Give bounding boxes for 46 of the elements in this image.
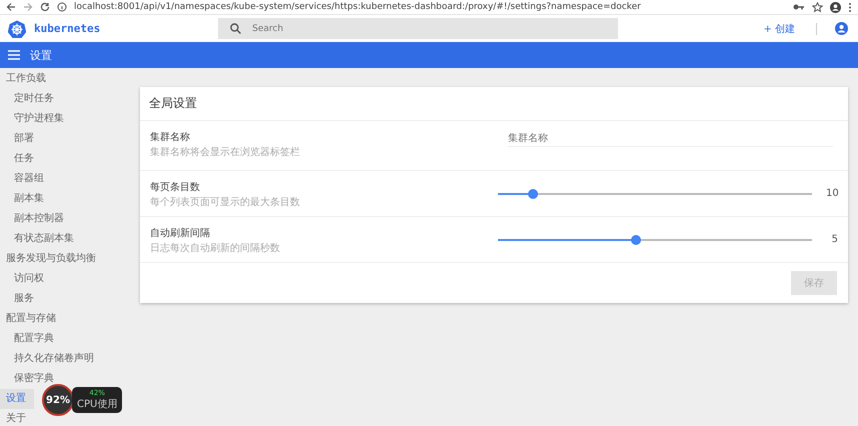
- sidebar-item[interactable]: 守护进程集: [0, 109, 72, 129]
- info-icon[interactable]: [57, 2, 67, 12]
- brand-name: kubernetes: [34, 22, 100, 35]
- sidebar-item[interactable]: 任务: [0, 149, 42, 169]
- slider-thumb[interactable]: [631, 234, 642, 244]
- key-icon[interactable]: [793, 2, 805, 12]
- setting-description: 每个列表页面可显示的最大条目数: [150, 196, 301, 209]
- sidebar-item[interactable]: 定时任务: [0, 89, 62, 109]
- menu-icon[interactable]: [8, 50, 20, 60]
- slider-value: 5: [830, 234, 838, 245]
- sidebar-item[interactable]: 服务发现与负载均衡: [0, 249, 104, 269]
- reload-icon[interactable]: [40, 2, 50, 12]
- sidebar-item[interactable]: 副本集: [0, 189, 52, 209]
- profile-icon[interactable]: [830, 2, 841, 12]
- search-icon[interactable]: [230, 23, 242, 34]
- account-icon[interactable]: [835, 22, 848, 35]
- setting-description: 集群名称将会显示在浏览器标签栏: [150, 146, 301, 159]
- text-field[interactable]: 集群名称: [508, 131, 833, 147]
- setting-label: 集群名称: [150, 131, 191, 144]
- cpu-caption: CPU使用: [77, 398, 118, 411]
- search-field[interactable]: Search: [218, 18, 618, 39]
- sidebar-item[interactable]: 工作负载: [0, 69, 54, 89]
- sidebar-item[interactable]: 容器组: [0, 169, 52, 189]
- setting-label: 每页条目数: [150, 181, 201, 194]
- sidebar-item[interactable]: 服务: [0, 289, 42, 309]
- sidebar-item[interactable]: 配置与存储: [0, 309, 64, 329]
- sidebar-item[interactable]: 部署: [0, 129, 42, 149]
- sidebar-item[interactable]: 配置字典: [0, 329, 62, 349]
- more-icon[interactable]: [848, 2, 852, 12]
- page-title: 设置: [30, 48, 52, 62]
- setting-description: 日志每次自动刷新的间隔秒数: [150, 242, 281, 255]
- slider-thumb[interactable]: [528, 188, 538, 198]
- sidebar-item[interactable]: 副本控制器: [0, 209, 72, 229]
- create-button[interactable]: + 创建: [760, 20, 798, 38]
- star-icon[interactable]: [812, 2, 823, 12]
- sidebar-item[interactable]: 持久化存储卷声明: [0, 349, 102, 369]
- slider-value: 10: [826, 188, 838, 199]
- back-icon[interactable]: [6, 2, 16, 12]
- card-title: 全局设置: [140, 87, 848, 121]
- sidebar-item[interactable]: 有状态副本集: [0, 229, 82, 249]
- setting-label: 自动刷新间隔: [150, 226, 211, 240]
- wheel-logo-icon: [8, 20, 26, 38]
- cpu-usage-gauge: 92%: [42, 384, 74, 416]
- sidebar-item[interactable]: 设置: [0, 389, 34, 409]
- sidebar-item[interactable]: 关于: [0, 409, 34, 426]
- sidebar-item[interactable]: 访问权: [0, 269, 52, 289]
